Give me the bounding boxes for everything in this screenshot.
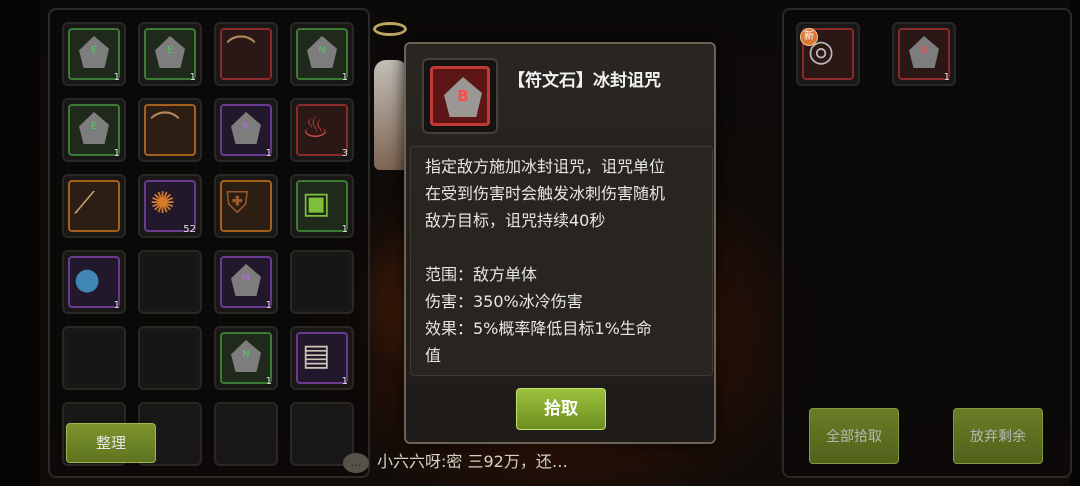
slot-frame — [68, 332, 120, 384]
rune-letter: B — [457, 87, 469, 105]
item-slot[interactable]: ✺ 52 — [138, 174, 202, 238]
rune-letter: B — [920, 45, 928, 56]
item-slot[interactable] — [138, 250, 202, 314]
rune-letter: N — [242, 349, 250, 360]
desc-line: 敌方目标，诅咒持续40秒 — [425, 211, 606, 230]
stat-line: 效果：5%概率降低目标1%生命 — [425, 319, 652, 338]
item-slot[interactable] — [214, 402, 278, 466]
desc-line: 在受到伤害时会触发冰刺伤害随机 — [425, 184, 666, 203]
desc-line: 指定敌方施加冰封诅咒，诅咒单位 — [425, 157, 666, 176]
inventory-panel: E 1 E 1 ⌒ N 1 E 1 ⌒ K 1 ♨ 3 ⟋ ✺ 52 ⛨ ▣ 1 ● 1 M 1 N 1 ▤ 1 — [48, 8, 370, 478]
item-count: 1 — [113, 300, 120, 311]
bow-icon: ⌒ — [226, 34, 256, 69]
item-count: 1 — [265, 148, 272, 159]
item-count: 1 — [265, 300, 272, 311]
item-slot[interactable]: ▤ 1 — [290, 326, 354, 390]
item-count: 1 — [341, 72, 348, 83]
chat-message: 小六六呀:密 三92万，还… — [377, 452, 568, 471]
halo-icon — [373, 22, 407, 36]
take-all-button[interactable]: 全部拾取 — [809, 408, 899, 464]
bow-icon: ⌒ — [150, 110, 180, 145]
item-slot[interactable]: ◎ 新 — [796, 22, 860, 86]
chat-line[interactable]: … 小六六呀:密 三92万，还… — [343, 448, 568, 473]
item-slot[interactable] — [290, 250, 354, 314]
item-tooltip-popup: B 【符文石】冰封诅咒 指定敌方施加冰封诅咒，诅咒单位 在受到伤害时会触发冰刺伤… — [404, 42, 716, 444]
rune-letter: K — [242, 121, 250, 132]
item-slot[interactable]: ⛨ — [214, 174, 278, 238]
item-count: 3 — [341, 148, 348, 159]
slot-frame — [144, 256, 196, 308]
rune-stone-icon: B — [444, 77, 482, 117]
rune-letter: E — [166, 45, 174, 56]
slot-frame — [144, 332, 196, 384]
item-title: 【符文石】冰封诅咒 — [508, 71, 661, 91]
item-slot[interactable]: ⌒ — [138, 98, 202, 162]
item-slot[interactable]: ▣ 1 — [290, 174, 354, 238]
rune-letter: E — [90, 121, 98, 132]
stat-line: 值 — [425, 346, 442, 365]
item-slot[interactable]: B1 — [892, 22, 956, 86]
item-slot[interactable]: ● 1 — [62, 250, 126, 314]
staff-icon: ⟋ — [74, 186, 95, 221]
bag-icon: ▣ — [302, 186, 331, 221]
item-count: 1 — [341, 376, 348, 387]
item-slot[interactable]: N1 — [290, 22, 354, 86]
item-slot[interactable] — [138, 326, 202, 390]
item-slot[interactable]: E1 — [138, 22, 202, 86]
item-count: 1 — [943, 72, 950, 83]
item-slot[interactable]: E1 — [62, 22, 126, 86]
rune-letter: E — [90, 45, 98, 56]
item-count: 1 — [265, 376, 272, 387]
item-description-box[interactable]: 指定敌方施加冰封诅咒，诅咒单位 在受到伤害时会触发冰刺伤害随机 敌方目标，诅咒持… — [410, 146, 713, 376]
item-count: 52 — [183, 224, 196, 235]
item-description: 指定敌方施加冰封诅咒，诅咒单位 在受到伤害时会触发冰刺伤害随机 敌方目标，诅咒持… — [425, 153, 707, 369]
stat-line: 范围：敌方单体 — [425, 265, 538, 284]
item-slot[interactable]: M1 — [214, 250, 278, 314]
item-icon-frame: B — [422, 58, 498, 134]
item-slot[interactable]: ⌒ — [214, 22, 278, 86]
left-edge — [0, 0, 40, 486]
item-slot[interactable]: K1 — [214, 98, 278, 162]
pickup-button[interactable]: 拾取 — [516, 388, 606, 430]
item-count: 1 — [341, 224, 348, 235]
item-slot[interactable] — [62, 326, 126, 390]
item-slot[interactable]: N1 — [214, 326, 278, 390]
stat-line: 伤害：350%冰冷伤害 — [425, 292, 583, 311]
potion-icon: ♨ — [302, 110, 329, 145]
item-slot[interactable]: ⟋ — [62, 174, 126, 238]
item-count: 1 — [189, 72, 196, 83]
rune-letter: N — [318, 45, 326, 56]
item-slot[interactable]: ♨ 3 — [290, 98, 354, 162]
player-character — [374, 60, 408, 170]
rune-letter: M — [241, 273, 251, 284]
scroll-icon: ▤ — [302, 338, 331, 373]
chat-bubble-icon: … — [343, 452, 369, 473]
new-badge: 新 — [800, 28, 818, 46]
sort-button[interactable]: 整理 — [66, 423, 156, 463]
slot-frame — [296, 256, 348, 308]
item-count: 1 — [113, 148, 120, 159]
item-icon: B — [430, 66, 490, 126]
discard-rest-button[interactable]: 放弃剩余 — [953, 408, 1043, 464]
item-count: 1 — [113, 72, 120, 83]
gem-icon: ● — [74, 262, 101, 297]
orb-icon: ✺ — [150, 186, 176, 221]
item-slot[interactable]: E1 — [62, 98, 126, 162]
armor-icon: ⛨ — [226, 186, 249, 221]
